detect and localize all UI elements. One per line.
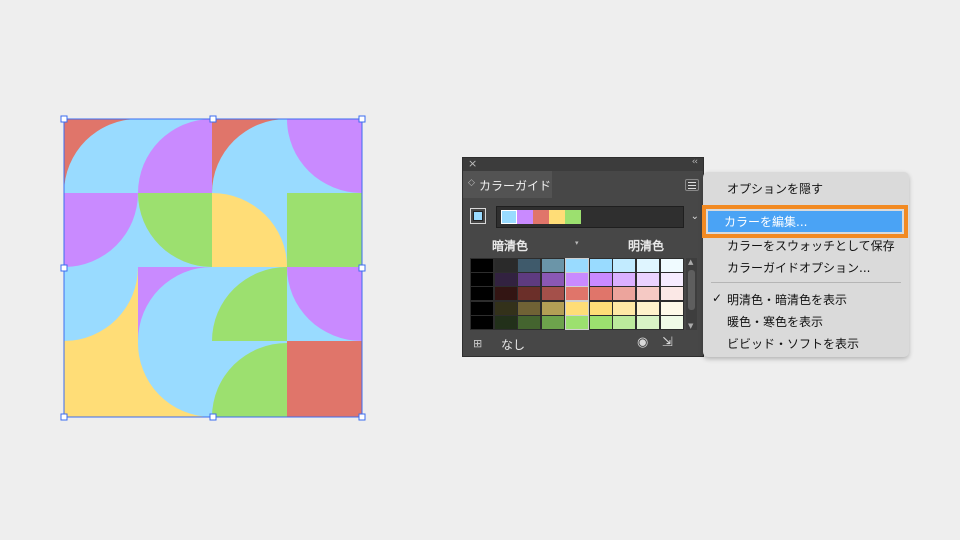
tile-r4c4	[287, 341, 362, 417]
panel-menu-button[interactable]	[685, 179, 699, 191]
menu-item-show-warm-cool[interactable]: 暖色・寒色を表示	[727, 313, 823, 330]
harmony-swatch-1[interactable]	[501, 210, 517, 224]
close-icon[interactable]: ×	[468, 157, 477, 170]
variation-swatch[interactable]	[660, 273, 683, 287]
variation-swatch[interactable]	[542, 301, 565, 315]
tab-label: カラーガイド	[479, 179, 552, 193]
handle-bottom-center	[209, 413, 217, 421]
variation-swatch[interactable]	[471, 287, 493, 301]
variation-swatch[interactable]	[494, 301, 517, 315]
variation-right-label: 明清色	[628, 239, 665, 253]
harmony-swatch-2[interactable]	[517, 210, 533, 224]
tile-r4c1	[64, 341, 138, 417]
handle-top-right	[358, 115, 366, 123]
variation-swatch[interactable]	[589, 301, 612, 315]
handle-bottom-right	[358, 413, 366, 421]
variation-swatch[interactable]	[613, 273, 636, 287]
geometric-pattern[interactable]	[64, 119, 362, 417]
variation-swatch[interactable]	[636, 315, 659, 329]
menu-item-hide-options[interactable]: オプションを隠す	[727, 180, 823, 197]
variation-swatch[interactable]	[660, 287, 683, 301]
limit-color-group-label[interactable]: なし	[501, 336, 525, 353]
variation-swatch[interactable]	[494, 315, 517, 329]
menu-item-show-vivid-muted[interactable]: ビビッド・ソフトを表示	[727, 335, 859, 352]
menu-separator	[711, 282, 901, 283]
harmony-dropdown-icon[interactable]: ⌄	[691, 211, 699, 222]
variation-swatch[interactable]	[471, 301, 493, 315]
save-to-swatches-icon[interactable]: ⇲	[662, 335, 673, 350]
handle-middle-right	[358, 264, 366, 272]
tab-reorder-icon: ◇	[468, 178, 475, 188]
variation-swatch[interactable]	[471, 315, 493, 329]
variation-swatch[interactable]	[518, 315, 541, 329]
menu-item-save-swatch[interactable]: カラーをスウォッチとして保存	[727, 237, 895, 254]
variation-swatch[interactable]	[518, 301, 541, 315]
variation-swatch[interactable]	[542, 259, 565, 272]
variation-swatch[interactable]	[471, 259, 493, 272]
tile-r2c4	[287, 193, 362, 267]
variation-swatch[interactable]	[471, 273, 493, 287]
variation-swatch[interactable]	[564, 272, 589, 288]
handle-middle-left	[60, 264, 68, 272]
tab-color-guide[interactable]: ◇ カラーガイド	[463, 171, 552, 198]
handle-top-center	[209, 115, 217, 123]
variation-swatch[interactable]	[564, 258, 589, 273]
color-guide-panel: × ‹‹ ◇ カラーガイド ⌄ 暗清色 ▾ 明清色 ▲ ▼ ⊞ なし ◉ ⇲	[462, 157, 704, 357]
variation-swatch[interactable]	[518, 273, 541, 287]
variation-swatch[interactable]	[589, 273, 612, 287]
scroll-down-icon[interactable]: ▼	[688, 322, 693, 330]
panel-flyout-menu: オプションを隠す カラーをスウォッチとして保存 カラーガイドオプション... ✓…	[703, 172, 909, 357]
scroll-up-icon[interactable]: ▲	[688, 258, 693, 266]
variation-swatch[interactable]	[564, 300, 589, 316]
variation-swatch[interactable]	[613, 301, 636, 315]
variation-swatch[interactable]	[494, 259, 517, 272]
harmony-swatch-3[interactable]	[533, 210, 549, 224]
harmony-rules-bar[interactable]	[496, 206, 684, 228]
variation-swatch[interactable]	[613, 259, 636, 272]
variation-swatch[interactable]	[518, 259, 541, 272]
harmony-swatch-4[interactable]	[549, 210, 565, 224]
variation-center-marker-icon: ▾	[575, 239, 579, 247]
panel-titlebar: × ‹‹	[463, 157, 703, 171]
menu-item-show-tint-shade[interactable]: 明清色・暗清色を表示	[727, 291, 847, 308]
variation-swatch[interactable]	[494, 287, 517, 301]
variation-swatch[interactable]	[636, 287, 659, 301]
edit-colors-icon[interactable]: ◉	[637, 335, 648, 350]
variation-swatch[interactable]	[564, 314, 589, 330]
variation-swatch[interactable]	[494, 273, 517, 287]
variation-swatch[interactable]	[660, 301, 683, 315]
variation-swatch[interactable]	[589, 259, 612, 272]
menu-item-edit-colors[interactable]: カラーを編集...	[724, 213, 807, 230]
handle-bottom-left	[60, 413, 68, 421]
variation-swatch[interactable]	[636, 259, 659, 272]
variation-swatch[interactable]	[564, 286, 589, 302]
variation-swatch[interactable]	[589, 315, 612, 329]
variation-swatch[interactable]	[660, 315, 683, 329]
variation-swatch[interactable]	[613, 315, 636, 329]
variation-swatch[interactable]	[613, 287, 636, 301]
set-base-color-swatch[interactable]	[470, 208, 486, 224]
variation-swatch[interactable]	[542, 315, 565, 329]
variation-scrollbar[interactable]: ▲ ▼	[686, 258, 697, 330]
panel-bottom-bar: ⊞ なし ◉ ⇲	[463, 331, 703, 356]
limit-color-group-icon[interactable]: ⊞	[473, 337, 482, 350]
harmony-swatch-5[interactable]	[565, 210, 581, 224]
variation-swatch[interactable]	[660, 259, 683, 272]
variation-swatch[interactable]	[589, 287, 612, 301]
scroll-thumb[interactable]	[688, 270, 695, 310]
menu-item-guide-options[interactable]: カラーガイドオプション...	[727, 259, 870, 276]
variation-left-label: 暗清色	[492, 239, 529, 253]
variation-swatch[interactable]	[518, 287, 541, 301]
variation-swatch[interactable]	[542, 273, 565, 287]
variation-swatch[interactable]	[636, 273, 659, 287]
color-variation-grid	[470, 258, 684, 330]
checkmark-icon: ✓	[712, 291, 723, 305]
handle-top-left	[60, 115, 68, 123]
variation-swatch[interactable]	[636, 301, 659, 315]
variation-swatch[interactable]	[542, 287, 565, 301]
collapse-icon[interactable]: ‹‹	[692, 157, 698, 167]
